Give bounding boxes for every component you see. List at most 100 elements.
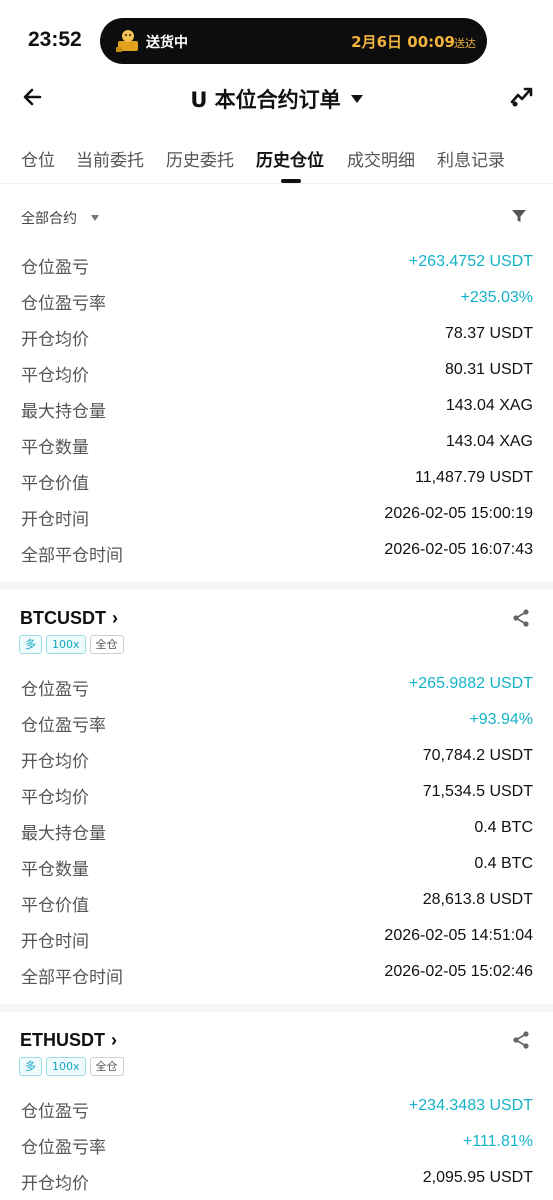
page-title: U 本位合约订单 xyxy=(190,88,341,112)
title-bar: U 本位合约订单 xyxy=(0,70,553,126)
detail-row: 最大持仓量 143.04 XAG xyxy=(0,390,553,426)
card-divider xyxy=(0,582,553,590)
detail-row: 平仓数量 0.4 BTC xyxy=(0,848,553,884)
pnl-rate-value: +111.81% xyxy=(462,1133,533,1150)
tab-position-history[interactable]: 历史仓位 xyxy=(256,146,324,171)
share-icon[interactable] xyxy=(511,1030,531,1050)
detail-row: 全部平仓时间 2026-02-05 15:02:46 xyxy=(0,956,553,992)
pnl-rate-value: +93.94% xyxy=(469,711,533,728)
row-label: 仓位盈亏 xyxy=(21,1102,89,1122)
position-tags: 多 100x 全仓 xyxy=(19,635,128,655)
detail-row: 平仓均价 71,534.5 USDT xyxy=(0,776,553,812)
page-title-dropdown[interactable]: U 本位合约订单 xyxy=(0,84,553,114)
chevron-right-icon: › xyxy=(111,1030,117,1050)
row-value: 143.04 XAG xyxy=(445,433,533,450)
pnl-value: +265.9882 USDT xyxy=(408,675,533,692)
row-label: 仓位盈亏 xyxy=(21,258,89,278)
detail-row: 平仓价值 28,613.8 USDT xyxy=(0,884,553,920)
row-label: 开仓时间 xyxy=(21,510,89,530)
detail-row: 开仓均价 78.37 USDT xyxy=(0,318,553,354)
tab-positions[interactable]: 仓位 xyxy=(21,146,55,171)
row-label: 平仓价值 xyxy=(21,896,89,916)
detail-row: 最大持仓量 0.4 BTC xyxy=(0,812,553,848)
tab-trade-details[interactable]: 成交明细 xyxy=(347,146,415,171)
row-value: 2026-02-05 15:00:19 xyxy=(384,505,533,522)
row-label: 全部平仓时间 xyxy=(21,546,123,566)
status-bar: 23:52 送货中 2月6日 00:09 送达 xyxy=(0,0,553,70)
margin-mode-badge: 全仓 xyxy=(89,635,124,654)
row-value: 11,487.79 USDT xyxy=(415,469,533,486)
card-divider xyxy=(0,1004,553,1012)
funnel-icon[interactable] xyxy=(511,208,527,224)
detail-row: 开仓时间 2026-02-05 14:51:04 xyxy=(0,920,553,956)
row-label: 平仓数量 xyxy=(21,438,89,458)
row-value: 70,784.2 USDT xyxy=(422,747,533,764)
leverage-badge: 100x xyxy=(46,1057,86,1076)
detail-row: 仓位盈亏率 +93.94% xyxy=(0,704,553,740)
symbol-link[interactable]: ETHUSDT › xyxy=(20,1030,117,1051)
row-label: 全部平仓时间 xyxy=(21,968,123,988)
pnl-rate-value: +235.03% xyxy=(460,289,533,306)
row-value: 0.4 BTC xyxy=(474,855,533,872)
row-value: 80.31 USDT xyxy=(444,361,533,378)
share-icon[interactable] xyxy=(511,608,531,628)
tab-order-history[interactable]: 历史委托 xyxy=(166,146,234,171)
row-label: 开仓均价 xyxy=(21,1174,89,1194)
margin-mode-badge: 全仓 xyxy=(89,1057,124,1076)
row-label: 仓位盈亏率 xyxy=(21,716,106,736)
detail-row: 平仓均价 80.31 USDT xyxy=(0,354,553,390)
row-label: 平仓均价 xyxy=(21,366,89,386)
symbol-link[interactable]: BTCUSDT › xyxy=(20,608,118,629)
share-chart-icon[interactable] xyxy=(509,82,535,108)
row-label: 开仓均价 xyxy=(21,330,89,350)
position-header: ETHUSDT › xyxy=(0,1024,553,1054)
side-badge: 多 xyxy=(19,1057,42,1076)
status-time: 23:52 xyxy=(28,28,82,51)
row-label: 仓位盈亏率 xyxy=(21,1138,106,1158)
position-header: BTCUSDT › xyxy=(0,602,553,632)
row-value: 2026-02-05 14:51:04 xyxy=(384,927,533,944)
tab-interest-records[interactable]: 利息记录 xyxy=(437,146,505,171)
delivery-live-activity[interactable]: 送货中 2月6日 00:09 送达 xyxy=(100,18,487,64)
pnl-value: +234.3483 USDT xyxy=(408,1097,533,1114)
detail-row: 平仓数量 143.04 XAG xyxy=(0,426,553,462)
pnl-value: +263.4752 USDT xyxy=(408,253,533,270)
detail-row: 平仓价值 11,487.79 USDT xyxy=(0,462,553,498)
tab-open-orders[interactable]: 当前委托 xyxy=(76,146,144,171)
row-value: 28,613.8 USDT xyxy=(422,891,533,908)
row-label: 仓位盈亏 xyxy=(21,680,89,700)
caret-down-icon[interactable] xyxy=(91,215,99,221)
leverage-badge: 100x xyxy=(46,635,86,654)
detail-row: 仓位盈亏 +263.4752 USDT xyxy=(0,246,553,282)
position-card: ETHUSDT › 多 100x 全仓 仓位盈亏 +234.3483 USDT 仓位盈亏… xyxy=(0,1024,553,1200)
row-value: 0.4 BTC xyxy=(474,819,533,836)
side-badge: 多 xyxy=(19,635,42,654)
row-label: 仓位盈亏率 xyxy=(21,294,106,314)
detail-row: 开仓均价 2,095.95 USDT xyxy=(0,1162,553,1198)
delivery-courier-icon xyxy=(116,30,138,52)
row-value: 2026-02-05 16:07:43 xyxy=(384,541,533,558)
detail-row: 仓位盈亏 +265.9882 USDT xyxy=(0,668,553,704)
row-label: 最大持仓量 xyxy=(21,402,106,422)
row-value: 78.37 USDT xyxy=(444,325,533,342)
row-value: 2,095.95 USDT xyxy=(422,1169,533,1186)
chevron-right-icon: › xyxy=(112,608,118,628)
symbol-name: ETHUSDT xyxy=(20,1030,105,1050)
row-label: 开仓均价 xyxy=(21,752,89,772)
row-label: 开仓时间 xyxy=(21,932,89,952)
order-tabs: 仓位 当前委托 历史委托 历史仓位 成交明细 利息记录 xyxy=(0,140,553,184)
delivery-suffix: 送达 xyxy=(454,37,476,50)
position-tags: 多 100x 全仓 xyxy=(19,1057,128,1077)
row-label: 平仓数量 xyxy=(21,860,89,880)
row-value: 2026-02-05 15:02:46 xyxy=(384,963,533,980)
position-card: 仓位盈亏 +263.4752 USDT 仓位盈亏率 +235.03% 开仓均价 78.… xyxy=(0,246,553,570)
symbol-name: BTCUSDT xyxy=(20,608,106,628)
row-value: 143.04 XAG xyxy=(445,397,533,414)
row-label: 最大持仓量 xyxy=(21,824,106,844)
detail-row: 仓位盈亏 +234.3483 USDT xyxy=(0,1090,553,1126)
contract-filter[interactable]: 全部合约 xyxy=(21,208,77,228)
delivery-date: 2月6日 00:09 xyxy=(351,33,455,51)
detail-row: 仓位盈亏率 +235.03% xyxy=(0,282,553,318)
filter-row: 全部合约 xyxy=(0,200,553,236)
detail-row: 开仓时间 2026-02-05 15:00:19 xyxy=(0,498,553,534)
